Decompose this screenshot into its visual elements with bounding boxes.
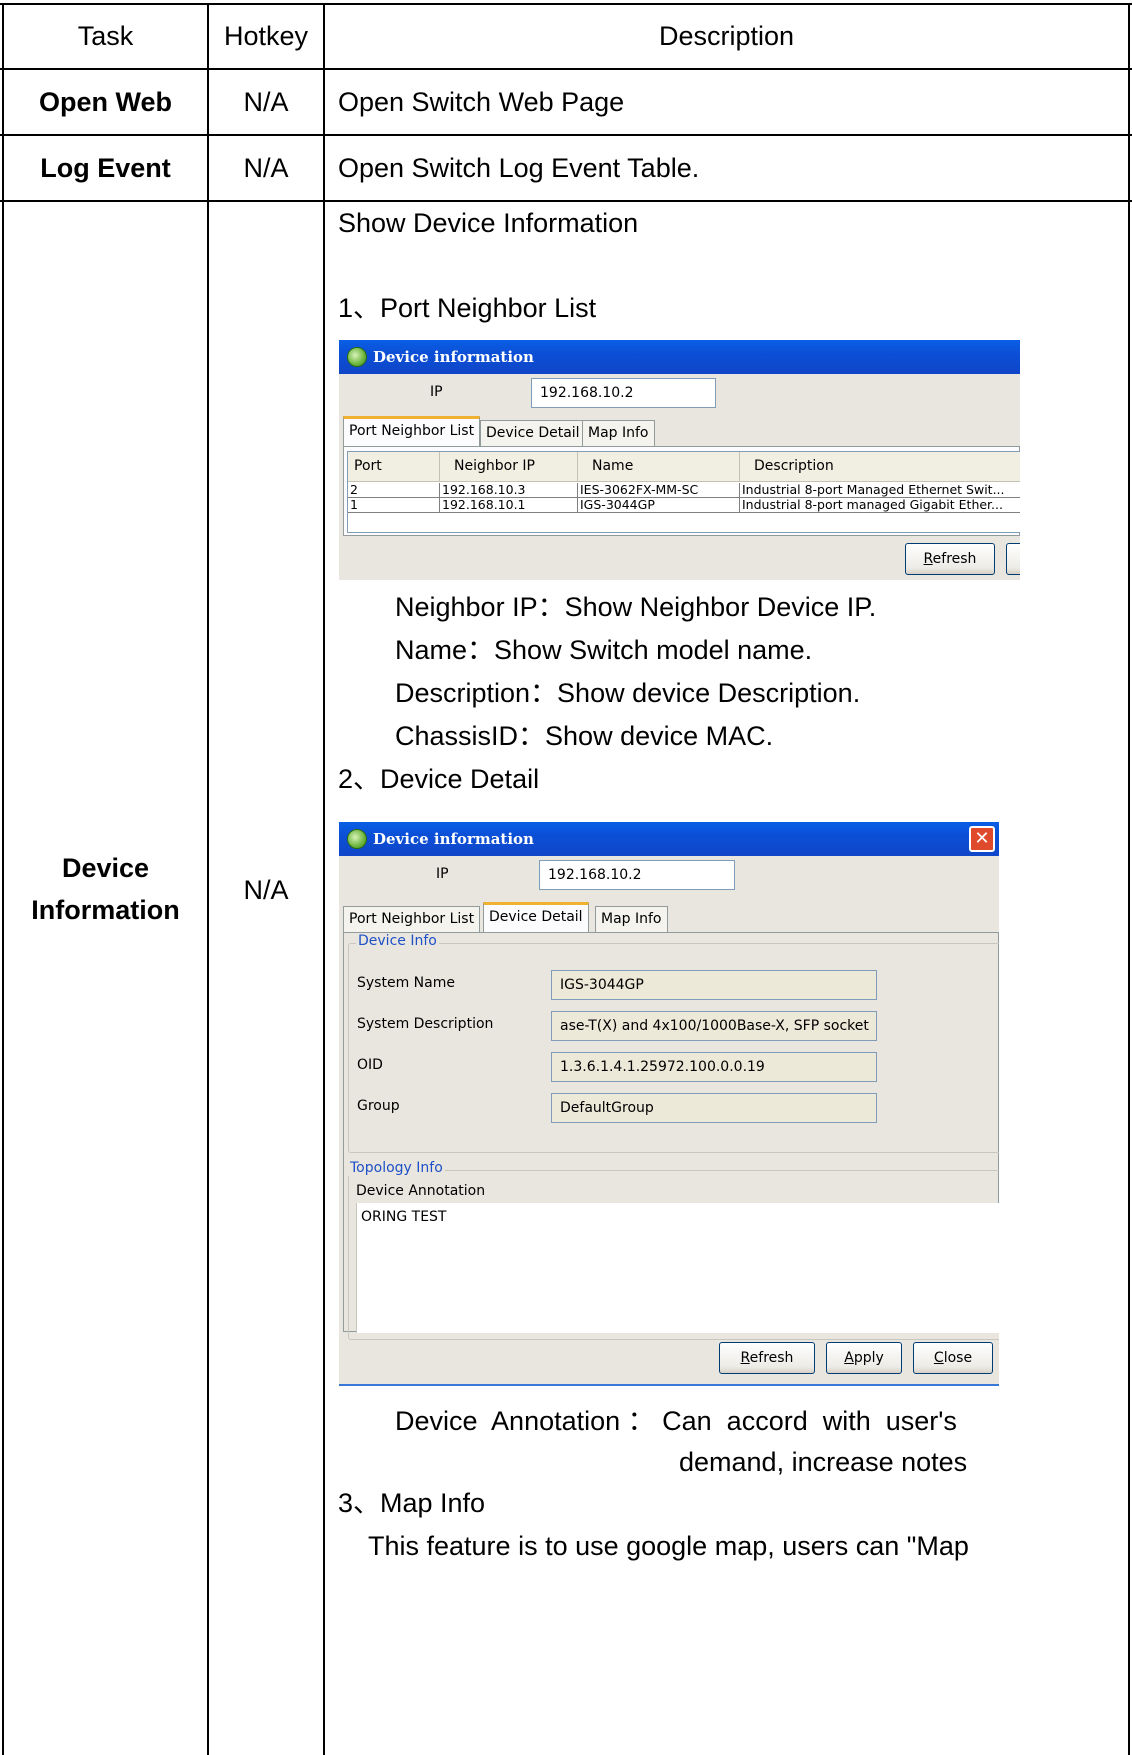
item-map-info: 3、Map Info	[338, 1488, 486, 1518]
annotation-value: ORING TEST	[361, 1209, 447, 1225]
refresh-button[interactable]: Refresh	[719, 1342, 815, 1374]
tab-panel: Port Neighbor IP Name Description 2 192.…	[343, 446, 1020, 536]
tab-panel: Device Info System Name IGS-3044GP Syste…	[343, 932, 999, 1340]
map-info-text: This feature is to use google map, users…	[368, 1531, 969, 1561]
row2-bottom-border	[0, 200, 1132, 202]
hotkey-open-web: N/A	[243, 87, 289, 117]
table-row[interactable]: 1 192.168.10.1 IGS-3044GP Industrial 8-p…	[348, 498, 1020, 513]
tab-map-info[interactable]: Map Info	[595, 906, 668, 932]
header-bottom-border	[0, 68, 1132, 70]
topology-info-group-title: Topology Info	[348, 1160, 445, 1176]
item-port-neighbor-list: 1、Port Neighbor List	[338, 293, 597, 323]
field-label-system-description: System Description	[357, 1016, 494, 1032]
desc-log-event: Open Switch Log Event Table.	[338, 153, 700, 183]
tab-bar: Port Neighbor List Device Detail Map Inf…	[343, 902, 999, 933]
col-port[interactable]: Port	[348, 452, 440, 482]
table-top-border	[0, 3, 1132, 5]
system-name-field[interactable]: IGS-3044GP	[551, 970, 877, 1000]
cell-port: 1	[348, 498, 440, 513]
apply-button[interactable]: Apply	[826, 1342, 902, 1374]
row1-bottom-border	[0, 134, 1132, 136]
task-log-event: Log Event	[40, 153, 171, 183]
task-open-web: Open Web	[38, 87, 172, 117]
device-info-dialog-neighbor: Device information IP 192.168.10.2 Port …	[339, 340, 1020, 580]
hotkey-device-information: N/A	[243, 875, 289, 905]
tab-port-neighbor-list[interactable]: Port Neighbor List	[343, 906, 481, 932]
device-info-dialog-detail: Device information ✕ IP 192.168.10.2 Por…	[339, 822, 999, 1385]
app-icon	[347, 347, 367, 367]
field-label-oid: OID	[357, 1057, 383, 1073]
close-button-partial[interactable]	[1006, 543, 1020, 575]
refresh-button-label: Refresh	[923, 551, 977, 567]
cell-name: IES-3062FX-MM-SC	[578, 483, 740, 498]
field-label-group: Group	[357, 1098, 400, 1114]
tab-port-neighbor-list[interactable]: Port Neighbor List	[343, 416, 481, 447]
group-field[interactable]: DefaultGroup	[551, 1093, 877, 1123]
dialog-titlebar: Device information ✕	[339, 822, 999, 856]
desc-open-web: Open Switch Web Page	[338, 87, 625, 117]
dialog-bottom-rule	[339, 1384, 999, 1386]
ip-label: IP	[430, 384, 443, 400]
tab-bar: Port Neighbor List Device Detail Map Inf…	[343, 416, 1019, 447]
system-description-field[interactable]: ase-T(X) and 4x100/1000Base-X, SFP socke…	[551, 1011, 877, 1041]
note-device-annotation: Device Annotation ： Can accord with user…	[395, 1406, 957, 1436]
cell-neighbor-ip: 192.168.10.3	[440, 483, 578, 498]
refresh-button[interactable]: Refresh	[905, 543, 995, 575]
device-info-group-title: Device Info	[356, 933, 439, 949]
tab-device-detail[interactable]: Device Detail	[480, 420, 586, 446]
neighbor-table: Port Neighbor IP Name Description 2 192.…	[347, 451, 1020, 533]
note-neighbor-ip: Neighbor IP：Show Neighbor Device IP.	[395, 592, 877, 622]
close-icon[interactable]: ✕	[969, 826, 995, 852]
ip-input[interactable]: 192.168.10.2	[531, 378, 716, 408]
cell-description: Industrial 8-port managed Gigabit Ether.…	[742, 498, 1003, 512]
note-chassisid: ChassisID：Show device MAC.	[395, 721, 774, 751]
dialog-titlebar: Device information	[339, 340, 1020, 374]
col-divider-2	[323, 3, 325, 1755]
note-device-annotation-cont: demand, increase notes	[679, 1447, 968, 1477]
field-label-system-name: System Name	[357, 975, 455, 991]
note-name: Name：Show Switch model name.	[395, 635, 813, 665]
cell-neighbor-ip: 192.168.10.1	[440, 498, 578, 513]
oid-field[interactable]: 1.3.6.1.4.1.25972.100.0.0.19	[551, 1052, 877, 1082]
ip-input[interactable]: 192.168.10.2	[539, 860, 735, 890]
close-button-label: Close	[933, 1350, 973, 1366]
annotation-label: Device Annotation	[356, 1183, 486, 1199]
task-device-information-line1: Device	[61, 853, 150, 883]
note-description: Description：Show device Description.	[395, 678, 861, 708]
neighbor-table-header: Port Neighbor IP Name Description	[348, 452, 1020, 482]
table-right-border	[1128, 3, 1130, 1755]
task-device-information-line2: Information	[31, 895, 180, 925]
cell-port: 2	[348, 483, 440, 498]
close-button[interactable]: Close	[913, 1342, 993, 1374]
hotkey-log-event: N/A	[243, 153, 289, 183]
dialog-title: Device information	[373, 348, 534, 366]
dialog-title: Device information	[373, 830, 534, 848]
col-name[interactable]: Name	[578, 452, 740, 482]
cell-description: Industrial 8-port Managed Ethernet Swit.…	[742, 483, 1005, 497]
cell-name: IGS-3044GP	[578, 498, 740, 513]
col-description[interactable]: Description	[740, 452, 1020, 482]
header-task: Task	[77, 21, 134, 51]
item-device-detail: 2、Device Detail	[338, 764, 540, 794]
annotation-textarea[interactable]: ORING TEST	[356, 1203, 999, 1333]
desc-device-information: Show Device Information	[338, 208, 639, 238]
header-hotkey: Hotkey	[223, 21, 309, 51]
ip-label: IP	[436, 866, 449, 882]
refresh-button-label: Refresh	[740, 1350, 794, 1366]
apply-button-label: Apply	[844, 1350, 884, 1366]
tab-map-info[interactable]: Map Info	[582, 420, 655, 446]
table-row[interactable]: 2 192.168.10.3 IES-3062FX-MM-SC Industri…	[348, 483, 1020, 498]
tab-device-detail[interactable]: Device Detail	[483, 902, 589, 933]
header-description: Description	[658, 21, 795, 51]
app-icon	[347, 829, 367, 849]
col-neighbor-ip[interactable]: Neighbor IP	[440, 452, 578, 482]
